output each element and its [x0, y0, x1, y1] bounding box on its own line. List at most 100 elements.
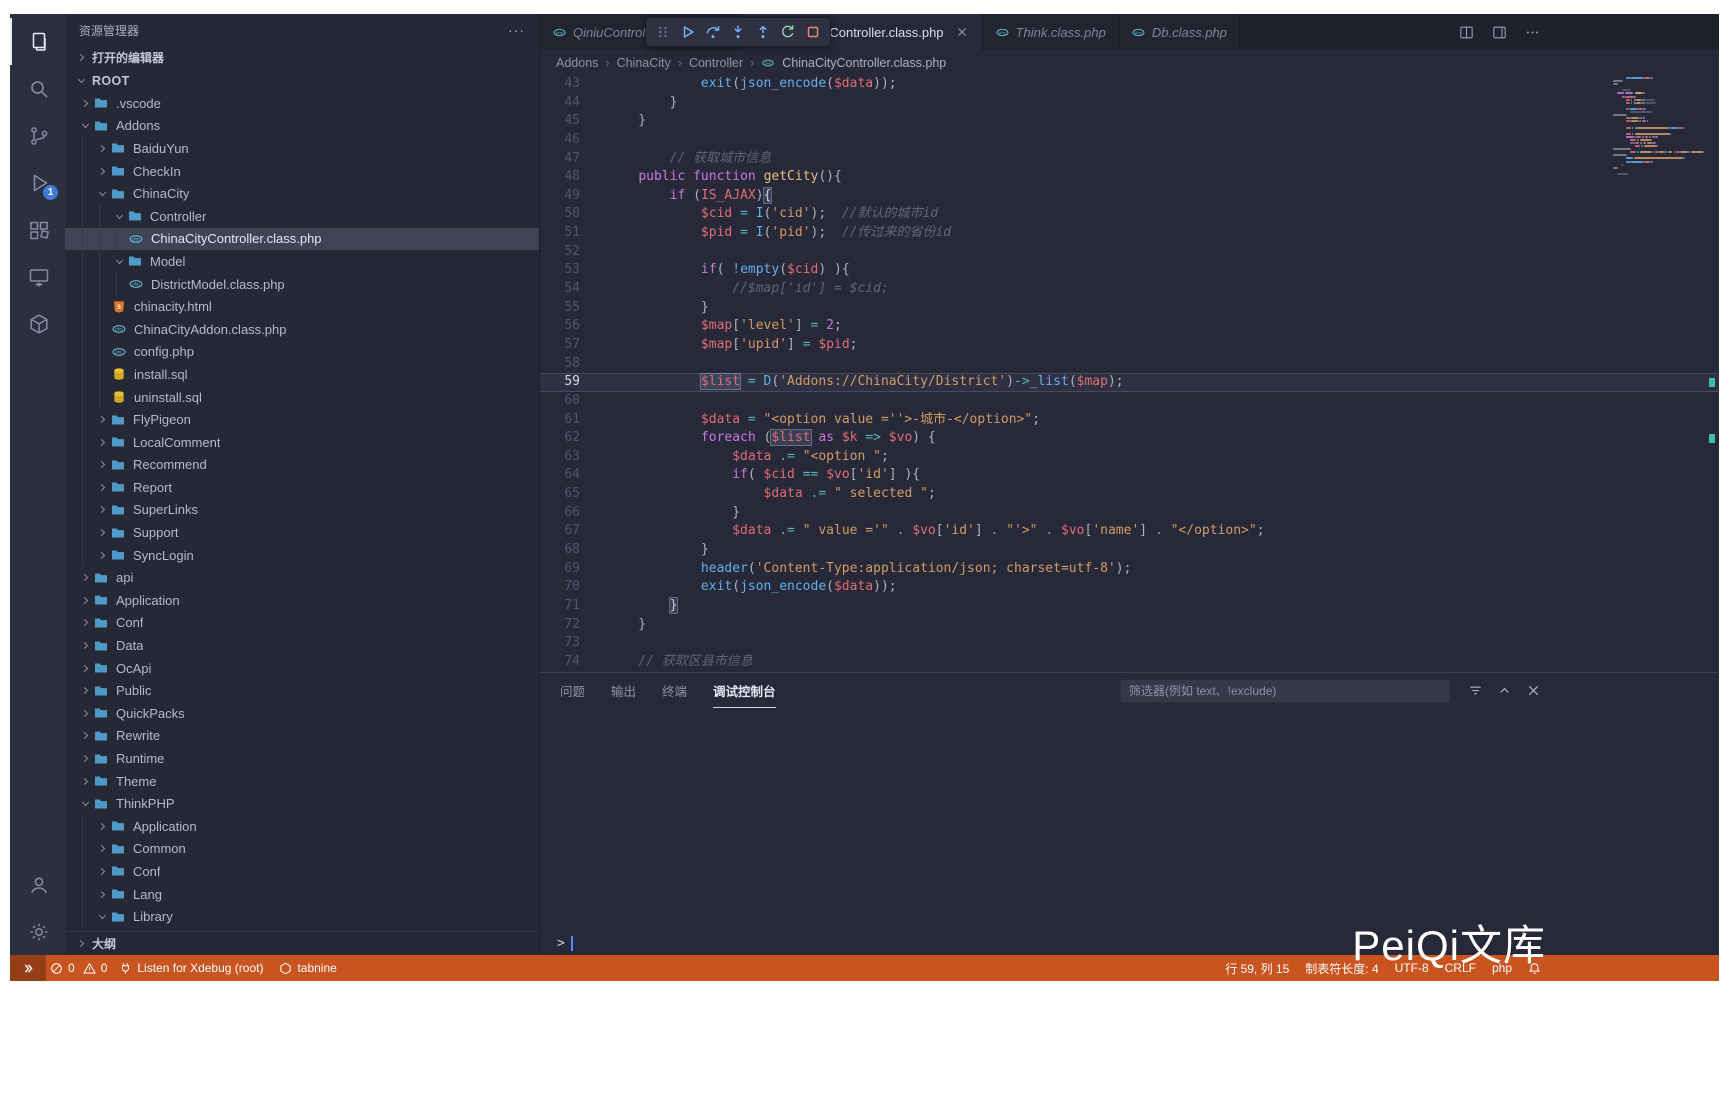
- code-line-63[interactable]: 63 $data .= "<option ";: [540, 448, 1719, 467]
- activity-accounts[interactable]: [10, 861, 65, 908]
- chevron-right-icon[interactable]: [94, 818, 110, 834]
- tree-item-application[interactable]: Application: [65, 815, 539, 838]
- tab-db-class-php[interactable]: php Db.class.php: [1119, 14, 1240, 50]
- code-line-62[interactable]: 62 foreach ($list as $k => $vo) {: [540, 429, 1719, 448]
- close-icon[interactable]: [954, 24, 970, 40]
- breadcrumb-controller[interactable]: Controller: [689, 56, 743, 70]
- tree-item-ocapi[interactable]: OcApi: [65, 657, 539, 680]
- editor-layout-icon[interactable]: [1491, 24, 1508, 41]
- chevron-right-icon[interactable]: [77, 592, 93, 608]
- chevron-right-icon[interactable]: [77, 95, 93, 111]
- activity-source-control[interactable]: [10, 112, 65, 159]
- code-line-60[interactable]: 60: [540, 392, 1719, 411]
- restart-button[interactable]: [780, 24, 796, 40]
- tree-item-addons[interactable]: Addons: [65, 115, 539, 138]
- line-number[interactable]: 44: [540, 94, 580, 113]
- outline-section[interactable]: 大纲: [65, 931, 539, 955]
- tree-item-install-sql[interactable]: install.sql: [65, 363, 539, 386]
- code-line-61[interactable]: 61 $data = "<option value =''>-城市-</opti…: [540, 411, 1719, 430]
- line-number[interactable]: 50: [540, 205, 580, 224]
- code-line-49[interactable]: 49 if (IS_AJAX){: [540, 187, 1719, 206]
- tree-item-public[interactable]: Public: [65, 679, 539, 702]
- code-line-59[interactable]: 59 $list = D('Addons://ChinaCity/Distric…: [540, 373, 1719, 392]
- chevron-right-icon[interactable]: [94, 434, 110, 450]
- status-cursor-position[interactable]: 行 59, 列 15: [1217, 955, 1297, 981]
- code-line-71[interactable]: 71 }: [540, 597, 1719, 616]
- chevron-right-icon[interactable]: [77, 751, 93, 767]
- panel-tab-输出[interactable]: 输出: [611, 673, 636, 708]
- chevron-right-icon[interactable]: [94, 163, 110, 179]
- chevron-right-icon[interactable]: [77, 660, 93, 676]
- breadcrumb-chinacity[interactable]: ChinaCity: [617, 56, 671, 70]
- status-encoding[interactable]: UTF-8: [1387, 955, 1437, 981]
- chevron-right-icon[interactable]: [77, 773, 93, 789]
- code-line-64[interactable]: 64 if( $cid == $vo['id'] ){: [540, 466, 1719, 485]
- code-line-68[interactable]: 68 }: [540, 541, 1719, 560]
- split-editor-icon[interactable]: [1458, 24, 1475, 41]
- continue-button[interactable]: [680, 24, 696, 40]
- chevron-down-icon[interactable]: [111, 208, 127, 224]
- chevron-right-icon[interactable]: [94, 863, 110, 879]
- drag-grip-icon[interactable]: [655, 24, 671, 40]
- code-line-52[interactable]: 52: [540, 243, 1719, 262]
- status-tabnine[interactable]: tabnine: [271, 955, 344, 981]
- chevron-right-icon[interactable]: [77, 683, 93, 699]
- minimap[interactable]: [1613, 77, 1705, 176]
- close-panel-icon[interactable]: [1526, 683, 1541, 698]
- step-over-button[interactable]: [705, 24, 721, 40]
- tree-item-runtime[interactable]: Runtime: [65, 747, 539, 770]
- code-line-58[interactable]: 58: [540, 355, 1719, 374]
- tree-item-support[interactable]: Support: [65, 521, 539, 544]
- line-number[interactable]: 60: [540, 392, 580, 411]
- line-number[interactable]: 51: [540, 224, 580, 243]
- chevron-right-icon[interactable]: [77, 638, 93, 654]
- line-number[interactable]: 66: [540, 504, 580, 523]
- chevron-down-icon[interactable]: [73, 73, 89, 89]
- tree-item-chinacity[interactable]: ChinaCity: [65, 182, 539, 205]
- code-line-74[interactable]: 74 // 获取区县市信息: [540, 653, 1719, 672]
- chevron-down-icon[interactable]: [94, 186, 110, 202]
- status-xdebug[interactable]: Listen for Xdebug (root): [111, 955, 271, 981]
- debug-console-content[interactable]: [540, 708, 1719, 931]
- line-number[interactable]: 70: [540, 578, 580, 597]
- tree-item-lang[interactable]: Lang: [65, 883, 539, 906]
- chevron-down-icon[interactable]: [77, 118, 93, 134]
- activity-remote-explorer[interactable]: [10, 253, 65, 300]
- line-number[interactable]: 53: [540, 261, 580, 280]
- code-line-54[interactable]: 54 //$map['id'] = $cid;: [540, 280, 1719, 299]
- code-line-48[interactable]: 48 public function getCity(){: [540, 168, 1719, 187]
- tab-think-class-php[interactable]: php Think.class.php: [983, 14, 1119, 50]
- code-editor[interactable]: 43 exit(json_encode($data)); 44 } 45 } 4…: [540, 75, 1719, 672]
- line-number[interactable]: 67: [540, 522, 580, 541]
- step-out-button[interactable]: [755, 24, 771, 40]
- more-actions-icon[interactable]: ···: [508, 22, 525, 38]
- chevron-right-icon[interactable]: [94, 140, 110, 156]
- status-language-mode[interactable]: php: [1484, 955, 1520, 981]
- code-line-57[interactable]: 57 $map['upid'] = $pid;: [540, 336, 1719, 355]
- chevron-right-icon[interactable]: [94, 479, 110, 495]
- code-line-53[interactable]: 53 if( !empty($cid) ){: [540, 261, 1719, 280]
- tree-item-conf[interactable]: Conf: [65, 860, 539, 883]
- tree-item-checkin[interactable]: CheckIn: [65, 160, 539, 183]
- tree-item-localcomment[interactable]: LocalComment: [65, 431, 539, 454]
- line-number[interactable]: 46: [540, 131, 580, 150]
- tree-item-data[interactable]: Data: [65, 634, 539, 657]
- chevron-right-icon[interactable]: [73, 936, 89, 952]
- line-number[interactable]: 43: [540, 75, 580, 94]
- stop-button[interactable]: [805, 24, 821, 40]
- chevron-down-icon[interactable]: [77, 796, 93, 812]
- tree-item-chinacityaddon-class-php[interactable]: php ChinaCityAddon.class.php: [65, 318, 539, 341]
- chevron-right-icon[interactable]: [94, 547, 110, 563]
- code-line-50[interactable]: 50 $cid = I('cid'); //默认的城市id: [540, 205, 1719, 224]
- status-errors[interactable]: 0: [46, 955, 79, 981]
- line-number[interactable]: 64: [540, 466, 580, 485]
- line-number[interactable]: 59: [540, 373, 580, 392]
- tree-item-theme[interactable]: Theme: [65, 770, 539, 793]
- code-line-67[interactable]: 67 $data .= " value ='" . $vo['id'] . "'…: [540, 522, 1719, 541]
- line-number[interactable]: 61: [540, 411, 580, 430]
- line-number[interactable]: 54: [540, 280, 580, 299]
- line-number[interactable]: 57: [540, 336, 580, 355]
- chevron-right-icon[interactable]: [94, 525, 110, 541]
- line-number[interactable]: 68: [540, 541, 580, 560]
- tree-item-library[interactable]: Library: [65, 905, 539, 928]
